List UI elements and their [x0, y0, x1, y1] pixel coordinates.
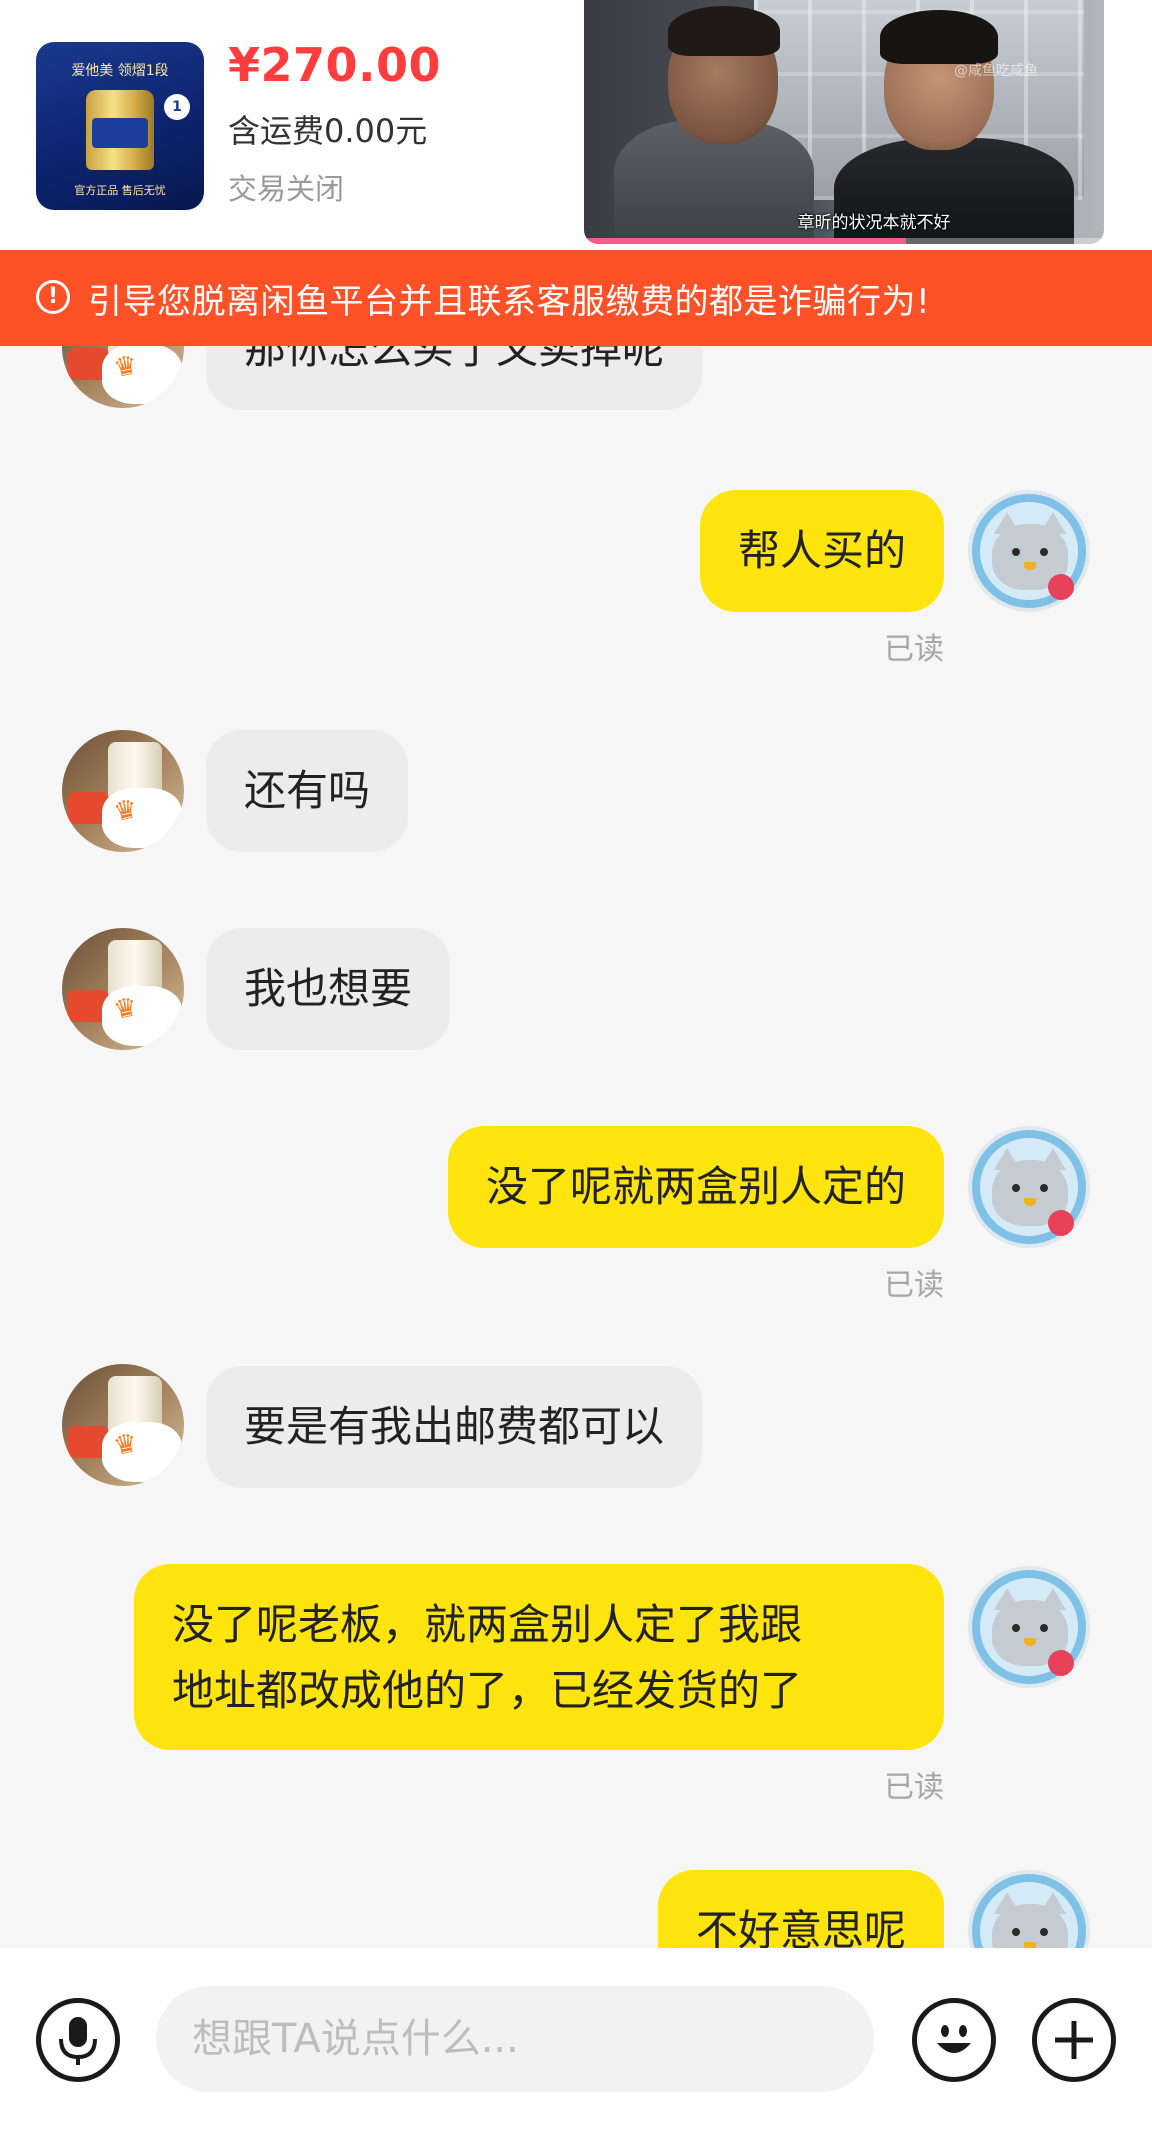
- microphone-icon: [59, 2017, 97, 2065]
- avatar-cat-eye: [1040, 1624, 1048, 1632]
- self-avatar[interactable]: [968, 490, 1090, 612]
- message-text: 还有吗: [244, 766, 371, 815]
- product-price: ¥270.00: [228, 38, 442, 92]
- read-status: 已读: [884, 1770, 944, 1805]
- product-shipping: 含运费0.00元: [228, 112, 428, 150]
- smiley-icon: [937, 2025, 971, 2053]
- product-can-graphic: [86, 90, 154, 170]
- sent-message-bubble[interactable]: 不好意思呢: [657, 1870, 944, 1948]
- avatar-cat-collar: [1048, 574, 1074, 600]
- avatar-cat-eye: [1040, 1928, 1048, 1936]
- avatar-cat-eye: [1040, 548, 1048, 556]
- video-progress-fill: [584, 238, 907, 244]
- other-user-avatar[interactable]: ♛: [62, 1364, 184, 1486]
- received-message-bubble[interactable]: 要是有我出邮费都可以: [206, 1366, 703, 1488]
- video-person: [668, 6, 780, 56]
- sent-message-bubble[interactable]: 没了呢就两盒别人定的: [447, 1126, 944, 1248]
- message-text: 帮人买的: [737, 526, 906, 575]
- message-input-bar: [0, 1948, 1152, 2131]
- avatar-cat-nose: [1024, 1198, 1036, 1206]
- plus-icon: [1055, 2021, 1093, 2059]
- avatar-cat-nose: [1024, 1638, 1036, 1646]
- sent-message-bubble[interactable]: 帮人买的: [699, 490, 944, 612]
- exclamation-circle-icon: !: [36, 280, 70, 314]
- avatar-cat-nose: [1024, 562, 1036, 570]
- product-image[interactable]: 爱他美 领熠1段 1 官方正品 售后无忧: [36, 42, 204, 210]
- trade-status: 交易关闭: [228, 172, 345, 206]
- voice-button[interactable]: [36, 1998, 120, 2082]
- avatar-cat-eye: [1012, 1624, 1020, 1632]
- chat-screen: ♛ 那你怎么买了又卖掉呢 帮人买的 已读 ♛ 还有吗 ♛ 我也想要 没了呢就两盒…: [0, 0, 1152, 2131]
- self-avatar[interactable]: [968, 1126, 1090, 1248]
- fraud-warning-banner: ! 引导您脱离闲鱼平台并且联系客服缴费的都是诈骗行为!: [0, 250, 1152, 346]
- avatar-cat-eye: [1012, 1184, 1020, 1192]
- video-person: [880, 10, 998, 64]
- video-watermark: @咸鱼吃咸鱼: [954, 63, 1038, 79]
- more-options-button[interactable]: [1032, 1998, 1116, 2082]
- avatar-cat-collar: [1048, 1210, 1074, 1236]
- other-user-avatar[interactable]: ♛: [62, 730, 184, 852]
- message-text: 要是有我出邮费都可以: [244, 1402, 665, 1451]
- video-subtitle: 章昕的状况本就不好: [797, 213, 951, 233]
- product-image-footer: 官方正品 售后无忧: [74, 184, 166, 197]
- self-avatar[interactable]: [968, 1870, 1090, 1948]
- message-text-line: 没了呢老板，就两盒别人定了我跟: [172, 1600, 803, 1649]
- product-stage-badge: 1: [164, 94, 190, 120]
- read-status: 已读: [884, 632, 944, 667]
- message-text: 没了呢就两盒别人定的: [485, 1162, 906, 1211]
- avatar-cat-collar: [1048, 1650, 1074, 1676]
- avatar-cat-eye: [1012, 548, 1020, 556]
- sent-message-bubble[interactable]: 没了呢老板，就两盒别人定了我跟 地址都改成他的了，已经发货的了: [134, 1564, 944, 1750]
- message-text: 我也想要: [244, 964, 413, 1013]
- message-text-line: 地址都改成他的了，已经发货的了: [172, 1666, 803, 1715]
- emoji-button[interactable]: [912, 1998, 996, 2082]
- received-message-bubble[interactable]: 还有吗: [206, 730, 409, 852]
- avatar-cat-eye: [1040, 1184, 1048, 1192]
- warning-text: 引导您脱离闲鱼平台并且联系客服缴费的都是诈骗行为!: [88, 282, 931, 322]
- self-avatar[interactable]: [968, 1566, 1090, 1688]
- floating-video-player[interactable]: @咸鱼吃咸鱼 章昕的状况本就不好: [584, 0, 1104, 244]
- product-can-label: [92, 118, 148, 148]
- avatar-cat-eye: [1012, 1928, 1020, 1936]
- message-input[interactable]: [156, 1986, 874, 2092]
- message-text: 不好意思呢: [695, 1906, 906, 1948]
- other-user-avatar[interactable]: ♛: [62, 928, 184, 1050]
- received-message-bubble[interactable]: 我也想要: [206, 928, 451, 1050]
- video-progress-bar[interactable]: [584, 238, 1104, 244]
- product-image-caption: 爱他美 领熠1段: [71, 63, 169, 79]
- read-status: 已读: [884, 1268, 944, 1303]
